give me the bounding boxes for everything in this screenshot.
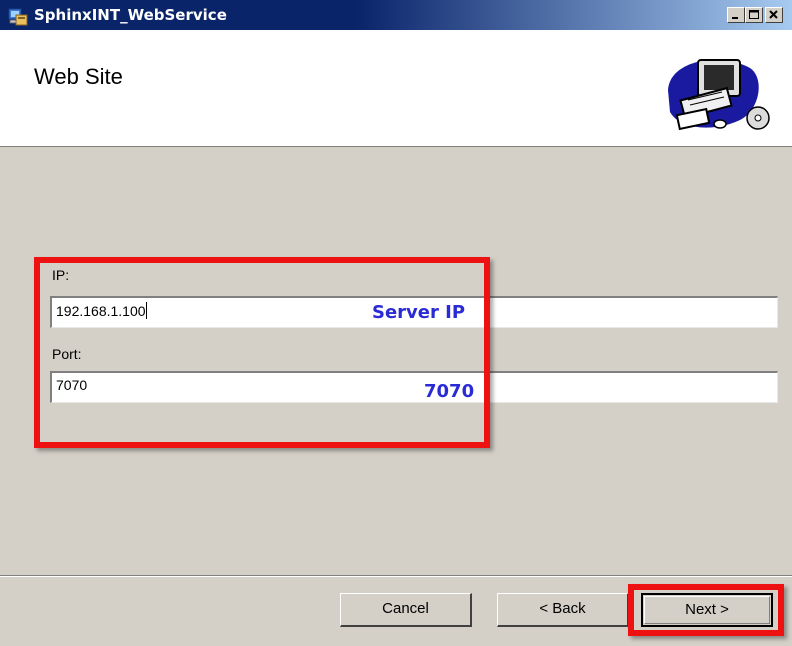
title-bar[interactable]: SphinxINT_WebService	[0, 0, 792, 30]
installer-icon	[8, 8, 28, 26]
cancel-button[interactable]: Cancel	[340, 593, 472, 627]
footer-divider-highlight	[0, 576, 792, 577]
fields-highlight-box	[34, 257, 490, 448]
computer-setup-icon	[668, 59, 770, 131]
next-highlight-box	[628, 584, 784, 636]
minimize-button[interactable]	[727, 7, 745, 23]
close-button[interactable]	[765, 7, 783, 23]
page-title: Web Site	[34, 64, 123, 89]
maximize-button[interactable]	[745, 7, 763, 23]
close-icon	[769, 10, 778, 19]
dialog-header: Web Site	[0, 30, 792, 147]
back-button[interactable]: < Back	[497, 593, 629, 627]
window-title: SphinxINT_WebService	[34, 6, 227, 24]
installer-window: SphinxINT_WebService Web Site IP: 192.16…	[0, 0, 792, 646]
maximize-icon	[749, 10, 759, 19]
minimize-icon	[732, 17, 738, 19]
